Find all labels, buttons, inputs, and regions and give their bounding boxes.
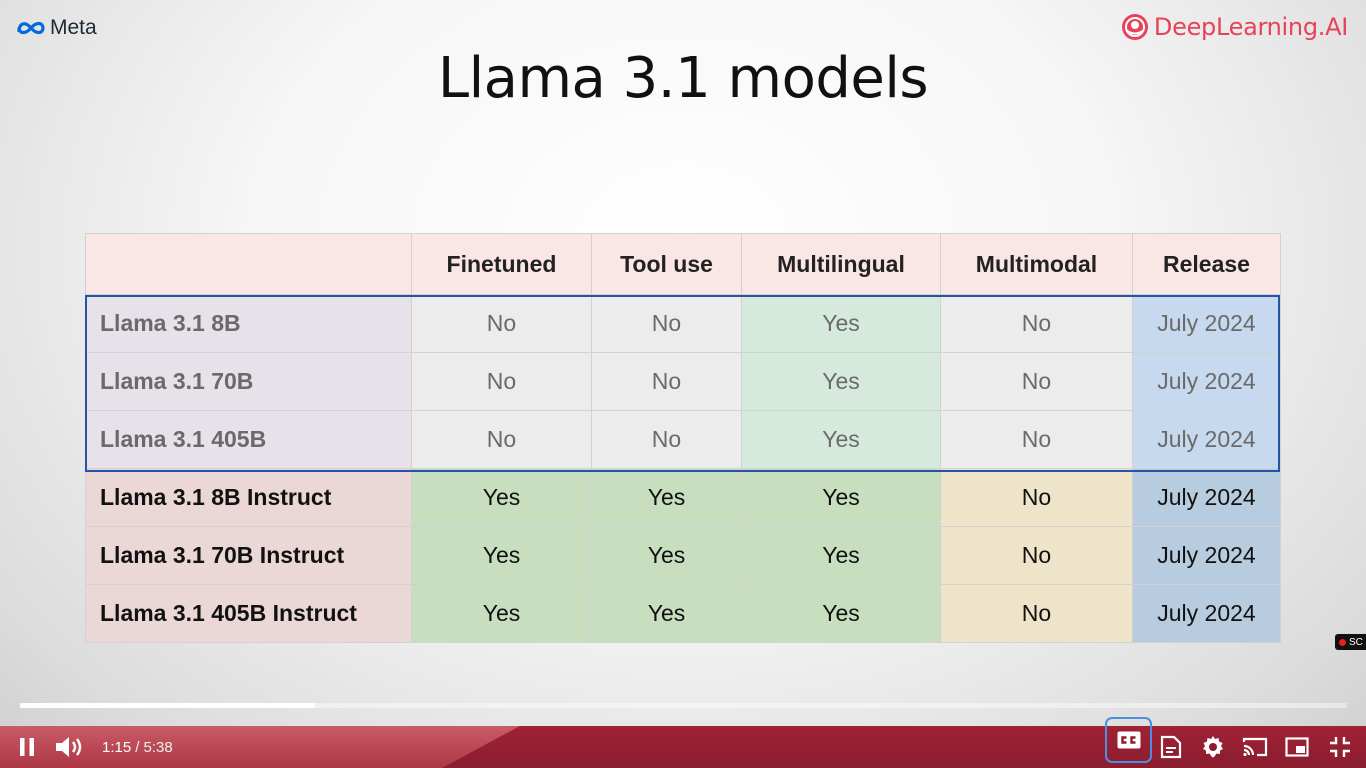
tool-use-cell: Yes	[591, 526, 742, 585]
duration: / 5:38	[135, 738, 173, 756]
model-name: Llama 3.1 70B Instruct	[85, 526, 412, 585]
deeplearning-mark-icon	[1121, 14, 1148, 40]
settings-icon	[1203, 736, 1223, 758]
model-name: Llama 3.1 405B Instruct	[85, 584, 412, 643]
multimodal-cell: No	[940, 294, 1133, 353]
mute-button[interactable]	[52, 726, 86, 768]
release-cell: July 2024	[1132, 526, 1281, 585]
transcript-button[interactable]	[1156, 726, 1186, 768]
record-badge-text: SC	[1349, 636, 1363, 648]
finetuned-cell: Yes	[411, 526, 592, 585]
table-row: Llama 3.1 8B Instruct Yes Yes Yes No Jul…	[85, 468, 1281, 527]
release-cell: July 2024	[1132, 352, 1281, 411]
header-finetuned: Finetuned	[411, 233, 592, 295]
record-dot-icon	[1339, 638, 1346, 646]
cast-icon	[1242, 737, 1268, 757]
deeplearning-logo-text: DeepLearning.AI	[1153, 13, 1348, 41]
multilingual-cell: Yes	[741, 410, 941, 469]
settings-button[interactable]	[1197, 726, 1229, 768]
table-header-row: Finetuned Tool use Multilingual Multimod…	[85, 233, 1281, 295]
exit-fullscreen-icon	[1330, 737, 1350, 757]
model-name: Llama 3.1 70B	[85, 352, 412, 411]
slide-title: Llama 3.1 models	[437, 46, 929, 111]
progress-bar[interactable]	[20, 703, 1347, 708]
time-display: 1:15 / 5:38	[102, 726, 173, 768]
multimodal-cell: No	[940, 410, 1133, 469]
release-cell: July 2024	[1132, 410, 1281, 469]
multimodal-cell: No	[940, 468, 1133, 527]
release-cell: July 2024	[1132, 584, 1281, 643]
miniplayer-button[interactable]	[1281, 726, 1313, 768]
play-pause-button[interactable]	[12, 726, 42, 768]
release-cell: July 2024	[1132, 468, 1281, 527]
model-name: Llama 3.1 8B	[85, 294, 412, 353]
finetuned-cell: Yes	[411, 468, 592, 527]
meta-logo-text: Meta	[50, 16, 97, 39]
meta-logo: Meta	[16, 16, 97, 40]
header-model	[85, 233, 412, 295]
table-row: Llama 3.1 405B Instruct Yes Yes Yes No J…	[85, 584, 1281, 643]
tool-use-cell: No	[591, 410, 742, 469]
deeplearning-logo: DeepLearning.AI	[1121, 13, 1348, 41]
model-name: Llama 3.1 8B Instruct	[85, 468, 412, 527]
tool-use-cell: Yes	[591, 584, 742, 643]
transcript-icon	[1160, 735, 1182, 759]
finetuned-cell: Yes	[411, 584, 592, 643]
models-table: Finetuned Tool use Multilingual Multimod…	[85, 233, 1281, 643]
multimodal-cell: No	[940, 584, 1133, 643]
multilingual-cell: Yes	[741, 526, 941, 585]
cast-button[interactable]	[1238, 726, 1272, 768]
meta-infinity-icon	[17, 21, 45, 35]
volume-icon	[56, 737, 82, 757]
multilingual-cell: Yes	[741, 468, 941, 527]
finetuned-cell: No	[411, 352, 592, 411]
multilingual-cell: Yes	[741, 584, 941, 643]
exit-fullscreen-button[interactable]	[1324, 726, 1356, 768]
video-frame[interactable]: Meta DeepLearning.AI Llama 3.1 models Fi…	[0, 0, 1366, 768]
multimodal-cell: No	[940, 526, 1133, 585]
table-row: Llama 3.1 70B Instruct Yes Yes Yes No Ju…	[85, 526, 1281, 585]
multimodal-cell: No	[940, 352, 1133, 411]
table-row: Llama 3.1 8B No No Yes No July 2024	[85, 294, 1281, 353]
release-cell: July 2024	[1132, 294, 1281, 353]
multilingual-cell: Yes	[741, 352, 941, 411]
progress-played	[20, 703, 315, 708]
miniplayer-icon	[1285, 737, 1309, 757]
pause-icon	[20, 738, 34, 756]
finetuned-cell: No	[411, 410, 592, 469]
model-name: Llama 3.1 405B	[85, 410, 412, 469]
header-release: Release	[1132, 233, 1281, 295]
tool-use-cell: Yes	[591, 468, 742, 527]
tool-use-cell: No	[591, 352, 742, 411]
current-time: 1:15	[102, 738, 132, 756]
header-tool-use: Tool use	[591, 233, 742, 295]
table-row: Llama 3.1 70B No No Yes No July 2024	[85, 352, 1281, 411]
subtitles-button[interactable]	[1105, 717, 1152, 763]
finetuned-cell: No	[411, 294, 592, 353]
header-multimodal: Multimodal	[940, 233, 1133, 295]
tool-use-cell: No	[591, 294, 742, 353]
subtitles-icon	[1117, 731, 1140, 749]
record-badge: SC	[1335, 634, 1366, 650]
multilingual-cell: Yes	[741, 294, 941, 353]
header-multilingual: Multilingual	[741, 233, 941, 295]
table-row: Llama 3.1 405B No No Yes No July 2024	[85, 410, 1281, 469]
